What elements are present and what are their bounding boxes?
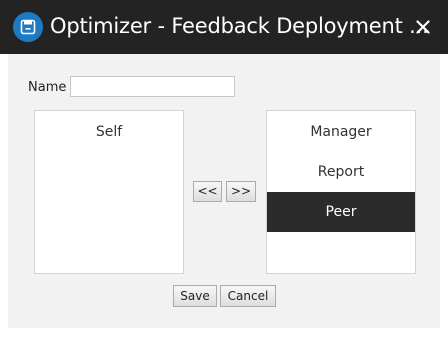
list-item-self[interactable]: Self [35, 112, 183, 152]
list-item-peer[interactable]: Peer [267, 192, 415, 232]
name-label: Name [28, 80, 67, 95]
window-titlebar: Optimizer - Feedback Deployment ... [0, 0, 448, 54]
list-item-manager[interactable]: Manager [267, 112, 415, 152]
window-title: Optimizer - Feedback Deployment ... [50, 14, 429, 38]
move-left-button[interactable]: << [193, 181, 222, 202]
available-list[interactable]: Self [34, 110, 184, 274]
close-button[interactable] [406, 10, 440, 44]
cancel-button[interactable]: Cancel [220, 285, 276, 307]
save-button[interactable]: Save [173, 285, 217, 307]
name-input[interactable] [70, 76, 235, 97]
close-icon [416, 20, 430, 34]
move-right-button[interactable]: >> [226, 181, 256, 202]
app-window-icon [13, 12, 43, 42]
list-item-report[interactable]: Report [267, 152, 415, 192]
selected-list[interactable]: Manager Report Peer [266, 110, 416, 274]
